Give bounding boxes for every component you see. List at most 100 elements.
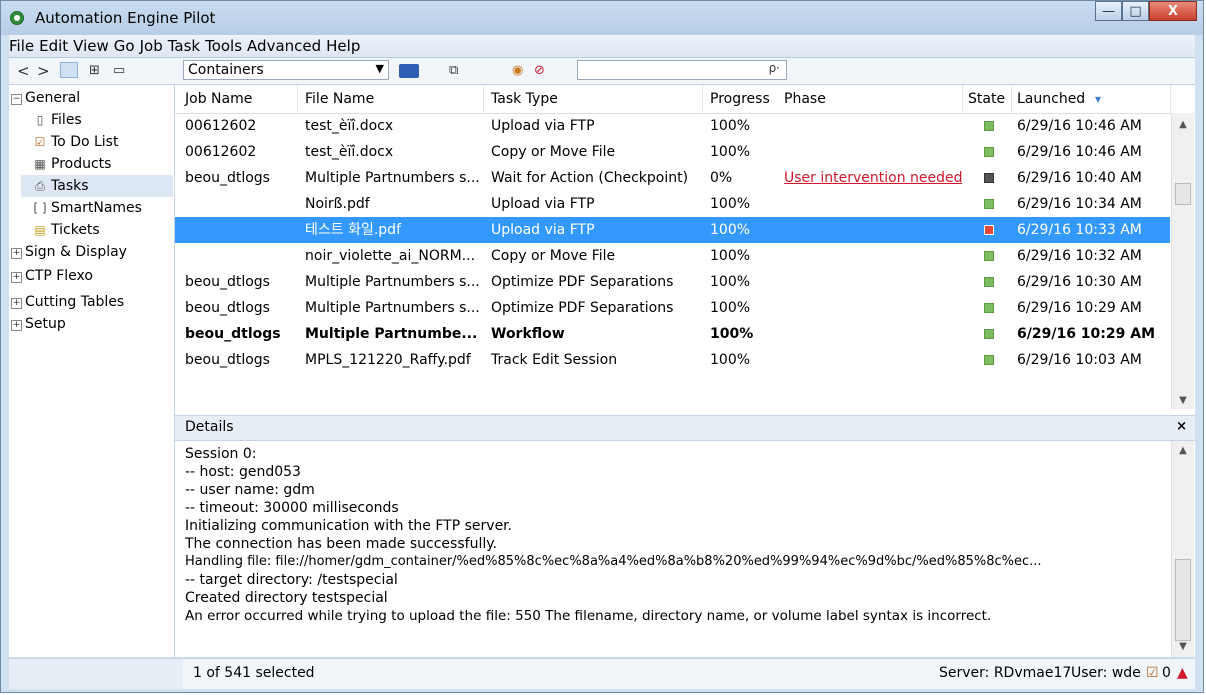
column-divider[interactable] xyxy=(483,85,484,113)
expand-icon[interactable]: + xyxy=(11,248,22,259)
collapse-icon[interactable]: − xyxy=(11,94,22,105)
menu-task[interactable]: Task xyxy=(168,35,200,57)
sidebar-item-files[interactable]: ▯ Files xyxy=(33,109,82,131)
menu-tools[interactable]: Tools xyxy=(205,35,242,57)
window-controls: — □ X xyxy=(1095,1,1197,23)
column-divider[interactable] xyxy=(1170,85,1171,113)
file-name-cell: Multiple Partnumbers s... xyxy=(305,300,480,316)
grid-scroll-thumb[interactable] xyxy=(1175,183,1191,205)
table-row[interactable]: beou_dtlogs Multiple Partnumbers s... Wait… xyxy=(175,165,1170,191)
menu-view[interactable]: View xyxy=(73,35,109,57)
sidebar-item-smartnames[interactable]: [ ] SmartNames xyxy=(33,197,142,219)
sidebar-item-tasks[interactable]: ⎙ Tasks xyxy=(21,175,173,197)
details-line: Initializing communication with the FTP … xyxy=(185,518,513,534)
launched-cell: 6/29/16 10:46 AM xyxy=(1017,118,1142,134)
view-list-icon[interactable] xyxy=(60,62,78,78)
tasks-icon: ⎙ xyxy=(35,179,45,193)
title-bar[interactable]: Automation Engine Pilot — □ X xyxy=(1,1,1203,35)
tickets-icon: ▤ xyxy=(34,223,46,237)
todo-count: 0 xyxy=(1162,665,1171,681)
state-ok-icon xyxy=(984,303,994,313)
maximize-button[interactable]: □ xyxy=(1122,1,1149,21)
sidebar: − General ▯ Files ☑ To Do List ▦ Products ⎙ T… xyxy=(9,85,175,657)
table-row[interactable]: noir_violette_ai_NORM... Copy or Move Fil… xyxy=(175,243,1170,269)
expand-icon[interactable]: + xyxy=(11,320,22,331)
table-row[interactable]: 테스트 화일.pdf Upload via FTP 100% 6/29/16 10:3… xyxy=(175,217,1170,243)
scroll-up-icon[interactable]: ▲ xyxy=(1172,119,1194,130)
column-header-launched[interactable]: Launched xyxy=(1017,85,1085,113)
launch-task-icon[interactable]: ◉ xyxy=(512,62,523,80)
table-row[interactable]: beou_dtlogs Multiple Partnumbe... Workflow… xyxy=(175,321,1170,347)
close-button[interactable]: X xyxy=(1149,1,1197,21)
scroll-down-icon[interactable]: ▼ xyxy=(1172,641,1194,652)
menu-file[interactable]: File xyxy=(9,35,34,57)
details-log: Session 0: -- host: gend053 -- user name… xyxy=(175,441,1170,657)
file-name-cell: Multiple Partnumbers s... xyxy=(305,170,480,186)
search-input[interactable] xyxy=(580,62,759,79)
progress-cell: 100% xyxy=(710,300,751,316)
sidebar-group-setup[interactable]: + Setup xyxy=(11,313,66,335)
menu-go[interactable]: Go xyxy=(114,35,135,57)
progress-cell: 100% xyxy=(710,222,751,238)
menu-help[interactable]: Help xyxy=(326,35,360,57)
sidebar-group-sign-display[interactable]: + Sign & Display xyxy=(11,241,127,263)
minimize-button[interactable]: — xyxy=(1095,1,1122,21)
column-header-state[interactable]: State xyxy=(968,85,1005,113)
job-name-cell: 00612602 xyxy=(185,118,257,134)
column-header-job-name[interactable]: Job Name xyxy=(185,85,252,113)
menu-job[interactable]: Job xyxy=(140,35,163,57)
sidebar-item-to-do-list[interactable]: ☑ To Do List xyxy=(33,131,119,153)
open-job-icon[interactable]: ⧉ xyxy=(449,62,458,80)
column-header-task-type[interactable]: Task Type xyxy=(491,85,558,113)
column-divider[interactable] xyxy=(702,85,703,113)
table-row[interactable]: 00612602 test_èïî.docx Upload via FTP 100% 6… xyxy=(175,113,1170,139)
scroll-up-icon[interactable]: ▲ xyxy=(1172,445,1194,456)
column-header-phase[interactable]: Phase xyxy=(784,85,826,113)
sidebar-group-ctp-flexo[interactable]: + CTP Flexo xyxy=(11,265,93,287)
grid-header: Job Name File Name Task Type Progress Ph… xyxy=(175,85,1195,114)
menu-edit[interactable]: Edit xyxy=(39,35,68,57)
search-icon[interactable]: ρ· xyxy=(769,61,780,75)
file-icon: ▯ xyxy=(36,113,44,127)
column-header-file-name[interactable]: File Name xyxy=(305,85,374,113)
column-divider[interactable] xyxy=(1011,85,1012,113)
search-box[interactable]: ρ· xyxy=(577,60,787,80)
details-scrollbar[interactable]: ▲ ▼ xyxy=(1171,441,1194,657)
view-preview-icon[interactable]: ▭ xyxy=(113,62,125,80)
sidebar-item-products[interactable]: ▦ Products xyxy=(33,153,111,175)
state-ok-icon xyxy=(984,329,994,339)
sidebar-group-cutting-tables[interactable]: + Cutting Tables xyxy=(11,291,124,313)
file-name-cell: Multiple Partnumbers s... xyxy=(305,274,480,290)
column-header-progress[interactable]: Progress xyxy=(710,85,770,113)
state-ok-icon xyxy=(984,355,994,365)
sidebar-group-general[interactable]: − General xyxy=(11,87,80,109)
column-divider[interactable] xyxy=(962,85,963,113)
back-button[interactable]: < xyxy=(17,62,30,80)
expand-icon[interactable]: + xyxy=(11,272,22,283)
table-row[interactable]: beou_dtlogs Multiple Partnumbers s... Opti… xyxy=(175,295,1170,321)
table-row[interactable]: beou_dtlogs Multiple Partnumbers s... Opti… xyxy=(175,269,1170,295)
phase-cell[interactable]: User intervention needed xyxy=(784,165,962,191)
table-row[interactable]: beou_dtlogs MPLS_121220_Raffy.pdf Track Ed… xyxy=(175,347,1170,373)
scroll-down-icon[interactable]: ▼ xyxy=(1172,395,1194,406)
details-scroll-thumb[interactable] xyxy=(1175,559,1191,641)
new-container-icon[interactable] xyxy=(399,64,419,78)
details-close-icon[interactable]: × xyxy=(1176,419,1187,434)
status-bar: 1 of 541 selected Server: RDvmae17 User:… xyxy=(9,658,1195,689)
table-row[interactable]: Noirß.pdf Upload via FTP 100% 6/29/16 10:34… xyxy=(175,191,1170,217)
menu-advanced[interactable]: Advanced xyxy=(247,35,321,57)
view-tiles-icon[interactable]: ⊞ xyxy=(89,62,100,80)
column-divider[interactable] xyxy=(297,85,298,113)
forward-button[interactable]: > xyxy=(37,62,50,80)
grid-scrollbar[interactable]: ▲ ▼ xyxy=(1171,113,1194,409)
expand-icon[interactable]: + xyxy=(11,298,22,309)
container-dropdown[interactable]: Containers ▼ xyxy=(183,60,389,80)
progress-cell: 0% xyxy=(710,170,733,186)
abort-icon[interactable]: ⊘ xyxy=(534,62,545,80)
todo-icon[interactable]: ☑ xyxy=(1146,665,1159,681)
table-row[interactable]: 00612602 test_èïî.docx Copy or Move File 10… xyxy=(175,139,1170,165)
alert-icon[interactable]: ▲ xyxy=(1177,665,1188,681)
task-type-cell: Optimize PDF Separations xyxy=(491,300,674,316)
task-type-cell: Track Edit Session xyxy=(491,352,618,368)
sidebar-item-tickets[interactable]: ▤ Tickets xyxy=(33,219,99,241)
